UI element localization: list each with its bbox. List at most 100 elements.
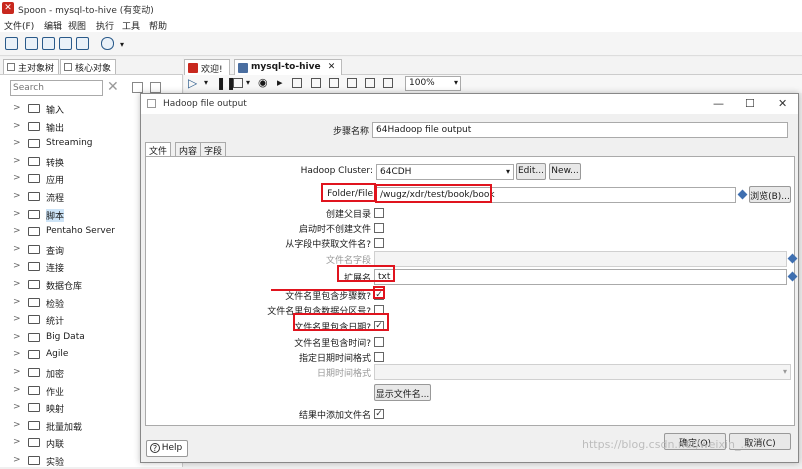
show-filenames-button[interactable]: 显示文件名...	[374, 384, 431, 401]
tree-item-label: 作业	[46, 387, 65, 398]
expand-all-icon[interactable]	[150, 82, 161, 93]
create-parent-checkbox[interactable]	[374, 208, 384, 218]
chevron-right-icon[interactable]: >	[13, 191, 21, 201]
chevron-right-icon[interactable]: >	[13, 367, 21, 377]
help-button[interactable]: ? Help	[146, 440, 188, 457]
tab-main-objects[interactable]: 主对象树	[3, 59, 60, 74]
chevron-right-icon[interactable]: >	[13, 349, 21, 359]
tab-content[interactable]: 内容	[175, 142, 202, 157]
chevron-right-icon[interactable]: >	[13, 121, 21, 131]
dialog-icon	[147, 99, 156, 108]
clear-search-icon[interactable]: ✕	[107, 79, 119, 95]
chevron-right-icon[interactable]: >	[13, 103, 21, 113]
chevron-right-icon[interactable]: >	[13, 173, 21, 183]
folder-icon	[28, 438, 40, 448]
chevron-right-icon[interactable]: >	[13, 332, 21, 342]
include-date-checkbox[interactable]: ✓	[374, 321, 384, 331]
tab-fields[interactable]: 字段	[200, 142, 227, 157]
step-name-label: 步骤名称	[332, 127, 369, 137]
folder-icon	[28, 156, 40, 166]
filename-from-field-checkbox[interactable]	[374, 238, 384, 248]
tab-welcome[interactable]: 欢迎!	[184, 59, 230, 75]
verify-icon[interactable]	[311, 78, 321, 88]
preview-icon[interactable]: ◉	[258, 76, 268, 89]
edit-cluster-button[interactable]: Edit...	[516, 163, 546, 180]
chevron-right-icon[interactable]: >	[13, 226, 21, 236]
explore-repository-icon[interactable]	[42, 37, 55, 50]
stop-icon[interactable]	[233, 78, 243, 88]
chevron-right-icon[interactable]: >	[13, 156, 21, 166]
close-button[interactable]: ✕	[778, 97, 787, 110]
menu-file[interactable]: 文件(F)	[4, 19, 34, 32]
chevron-down-icon: ▾	[505, 167, 510, 176]
tab-file[interactable]: 文件	[145, 142, 172, 157]
sql-icon[interactable]	[347, 78, 357, 88]
browse-button[interactable]: 浏览(B)...	[749, 186, 791, 203]
extension-input[interactable]: txt	[374, 269, 787, 285]
maximize-button[interactable]: ☐	[745, 97, 755, 110]
tab-mysql-to-hive[interactable]: mysql-to-hive ✕	[234, 59, 343, 75]
chevron-right-icon[interactable]: >	[13, 244, 21, 254]
chevron-right-icon[interactable]: >	[13, 402, 21, 412]
show-results-icon[interactable]	[383, 78, 393, 88]
chevron-right-icon[interactable]: >	[13, 279, 21, 289]
chevron-right-icon[interactable]: >	[13, 209, 21, 219]
folder-icon	[28, 209, 40, 219]
close-tab-icon[interactable]: ✕	[328, 62, 336, 72]
transformation-toolbar: ▷ ▾ ❚❚ ▾ ◉ ▸	[184, 75, 802, 93]
menu-view[interactable]: 视图	[68, 19, 86, 32]
step-name-input[interactable]: 64Hadoop file output	[372, 122, 788, 138]
menu-edit[interactable]: 编辑	[44, 19, 62, 32]
tree-item-label: 批量加载	[46, 422, 83, 433]
replay-icon[interactable]	[292, 78, 302, 88]
folder-icon	[28, 174, 40, 184]
tab-core-objects[interactable]: 核心对象	[60, 59, 117, 74]
save-icon[interactable]	[59, 37, 72, 50]
perspective-layers-icon[interactable]	[101, 37, 114, 50]
explore-db-icon[interactable]	[365, 78, 375, 88]
new-file-icon[interactable]	[5, 37, 18, 50]
filename-from-field-label: 从字段中获取文件名?	[285, 240, 371, 250]
chevron-right-icon[interactable]: >	[13, 437, 21, 447]
include-step-nr-checkbox[interactable]: ✓	[374, 290, 384, 300]
save-as-icon[interactable]	[76, 37, 89, 50]
folder-file-label: Folder/File	[327, 189, 373, 199]
add-to-result-checkbox[interactable]: ✓	[374, 409, 384, 419]
no-create-on-start-checkbox[interactable]	[374, 223, 384, 233]
transformation-icon	[238, 63, 248, 73]
chevron-right-icon[interactable]: >	[13, 420, 21, 430]
folder-icon	[28, 385, 40, 395]
collapse-all-icon[interactable]	[132, 82, 143, 93]
search-box[interactable]	[10, 80, 103, 96]
chevron-right-icon[interactable]: >	[13, 314, 21, 324]
hadoop-cluster-select[interactable]: 64CDH ▾	[376, 164, 514, 180]
chevron-right-icon[interactable]: >	[13, 385, 21, 395]
minimize-button[interactable]: —	[713, 97, 724, 110]
run-icon[interactable]: ▷	[188, 76, 197, 90]
folder-icon	[28, 315, 40, 325]
include-partition-checkbox[interactable]	[374, 305, 384, 315]
chevron-right-icon[interactable]: >	[13, 138, 21, 148]
menu-run[interactable]: 执行	[96, 19, 114, 32]
chevron-right-icon[interactable]: >	[13, 455, 21, 465]
zoom-select[interactable]: 100% ▾	[405, 76, 461, 91]
chevron-down-icon[interactable]: ▾	[120, 40, 124, 49]
debug-icon[interactable]: ▸	[277, 76, 283, 89]
search-input[interactable]	[11, 81, 101, 95]
menu-tools[interactable]: 工具	[122, 19, 140, 32]
specify-date-format-checkbox[interactable]	[374, 352, 384, 362]
run-dropdown-icon[interactable]: ▾	[204, 78, 208, 87]
stop-dropdown-icon[interactable]: ▾	[246, 78, 250, 87]
menu-help[interactable]: 帮助	[149, 19, 167, 32]
impact-icon[interactable]	[329, 78, 339, 88]
specify-date-format-label: 指定日期时间格式	[298, 354, 371, 364]
include-time-checkbox[interactable]	[374, 337, 384, 347]
chevron-right-icon[interactable]: >	[13, 261, 21, 271]
tree-item-label: 统计	[46, 317, 65, 328]
new-cluster-button[interactable]: New...	[549, 163, 581, 180]
tree-item-label: 映射	[46, 405, 65, 416]
chevron-right-icon[interactable]: >	[13, 297, 21, 307]
open-file-icon[interactable]	[25, 37, 38, 50]
core-objects-icon	[64, 63, 72, 71]
folder-file-input[interactable]: /wugz/xdr/test/book/book	[376, 187, 736, 203]
